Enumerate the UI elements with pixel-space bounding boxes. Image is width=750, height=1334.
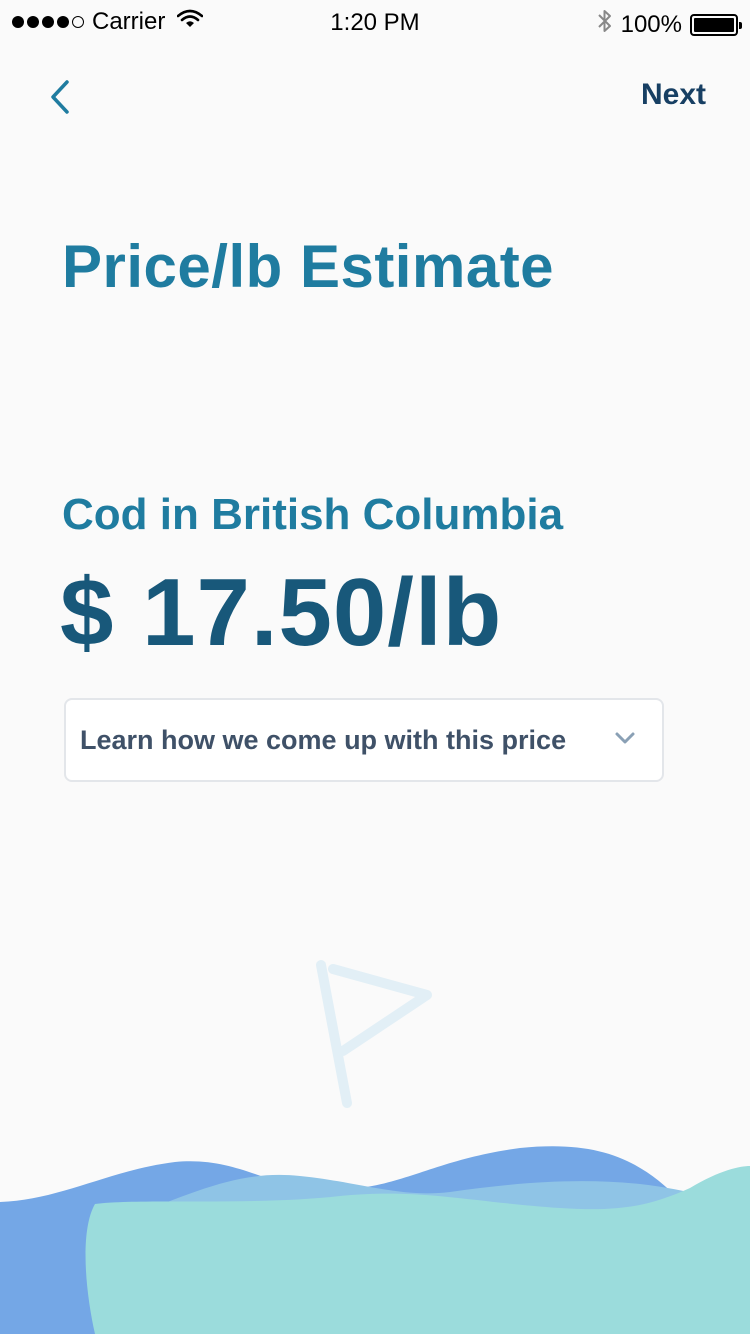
chevron-left-icon bbox=[51, 80, 69, 114]
status-bar: Carrier 1:20 PM 100% bbox=[0, 0, 750, 44]
price-value: $ 17.50/lb bbox=[60, 559, 503, 666]
next-button[interactable]: Next bbox=[641, 78, 706, 112]
screen: Carrier 1:20 PM 100% Next Price/lb Estim… bbox=[0, 0, 750, 1334]
battery-percent: 100% bbox=[620, 10, 682, 38]
learn-price-dropdown[interactable]: Learn how we come up with this price bbox=[64, 698, 664, 782]
bluetooth-icon bbox=[597, 8, 613, 41]
flag-icon bbox=[305, 955, 445, 1120]
chevron-down-icon bbox=[614, 730, 636, 751]
wave-decoration bbox=[0, 1146, 750, 1334]
back-button[interactable] bbox=[40, 74, 80, 120]
battery-icon bbox=[690, 13, 742, 36]
status-right: 100% bbox=[597, 8, 742, 41]
location-heading: Cod in British Columbia bbox=[62, 490, 564, 539]
learn-price-label: Learn how we come up with this price bbox=[80, 724, 567, 755]
page-title: Price/lb Estimate bbox=[62, 233, 555, 300]
